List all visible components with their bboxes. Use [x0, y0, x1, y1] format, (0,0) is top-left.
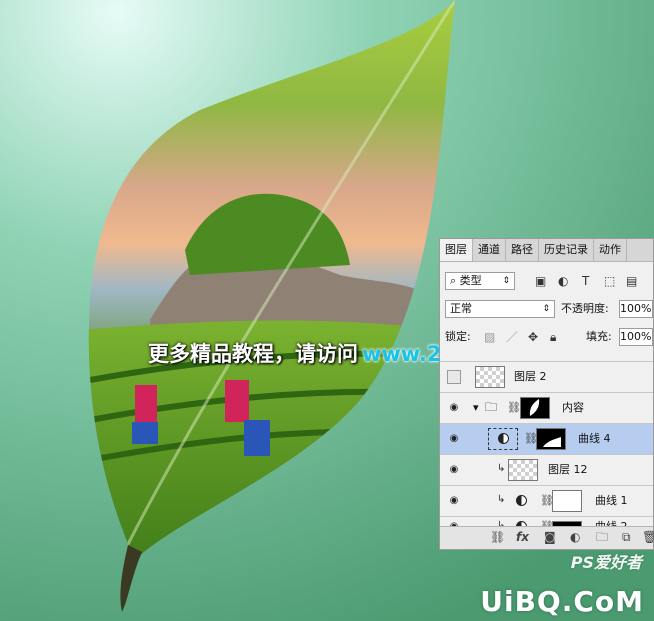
- layer-row-layer12[interactable]: ◉ ↳ 图层 12: [440, 454, 653, 485]
- watermark-top: PS爱好者: [570, 553, 642, 572]
- chevron-updown-icon: ⇕: [502, 276, 510, 286]
- eye-icon[interactable]: ◉: [447, 495, 461, 507]
- chevron-updown-icon: ⇕: [542, 304, 550, 314]
- group-mask-thumbnail: [520, 397, 550, 419]
- leaf-mask-shape: [529, 399, 540, 416]
- tab-paths[interactable]: 路径: [506, 239, 539, 261]
- watermark-bottom: UiBQ.CoM: [480, 585, 644, 618]
- filter-kind-select[interactable]: ⌕ 类型 ⇕: [445, 272, 515, 290]
- filter-kind-value: 类型: [459, 274, 482, 287]
- layer-name: 曲线 4: [578, 432, 611, 445]
- adjustment-filter-icon[interactable]: ◐: [558, 273, 568, 289]
- layer-row-curves1[interactable]: ◉ ↳ ⛓︎ 曲线 1: [440, 485, 653, 516]
- tab-layers[interactable]: 图层: [440, 239, 473, 261]
- layer-name: 图层 12: [548, 463, 588, 476]
- panel-tabs: 图层 通道 路径 历史记录 动作: [440, 239, 653, 262]
- layer-thumbnail: [475, 366, 505, 388]
- smart-object-filter-icon[interactable]: ▤: [626, 273, 637, 289]
- blend-mode-value: 正常: [450, 302, 472, 315]
- shape-filter-icon[interactable]: ⬚: [604, 273, 615, 289]
- eye-icon[interactable]: ◉: [447, 433, 461, 445]
- adjustment-icon[interactable]: ◐: [570, 530, 580, 544]
- layer-mask-thumbnail: [552, 490, 582, 512]
- opacity-input[interactable]: 100%: [619, 300, 653, 318]
- fill-input[interactable]: 100%: [619, 328, 653, 346]
- folder-icon[interactable]: 🗀︎: [596, 530, 608, 544]
- search-icon: ⌕: [450, 274, 457, 287]
- folder-icon: 🗀︎: [485, 400, 498, 414]
- blend-mode-select[interactable]: 正常 ⇕: [445, 300, 555, 318]
- tab-actions[interactable]: 动作: [594, 239, 627, 261]
- tab-history[interactable]: 历史记录: [539, 239, 594, 261]
- layer-name: 图层 2: [514, 370, 547, 383]
- visibility-off-icon[interactable]: [447, 370, 461, 384]
- panel-bottom-toolbar: ⛓︎ fx ◙ ◐ 🗀︎ ⧉ 🗑︎: [440, 526, 654, 549]
- image-filter-icon[interactable]: ▣: [535, 273, 546, 289]
- lock-move-icon[interactable]: ✥: [528, 329, 538, 345]
- layer-mask-thumbnail: [536, 428, 566, 450]
- mask-icon[interactable]: ◙: [544, 530, 556, 544]
- curves-adjustment-icon: [516, 495, 527, 506]
- clipping-arrow-icon: ↳: [497, 463, 506, 474]
- lock-brush-icon[interactable]: ／: [506, 329, 518, 345]
- layer-row-layer2[interactable]: 图层 2: [440, 361, 653, 392]
- link-icon[interactable]: ⛓︎: [490, 530, 505, 544]
- mask-shape: [543, 437, 561, 447]
- banner-caption: 更多精品教程，请访问: [148, 342, 358, 366]
- eye-icon[interactable]: ◉: [447, 402, 461, 414]
- trash-icon[interactable]: 🗑︎: [642, 530, 654, 544]
- layer-name: 内容: [562, 401, 584, 414]
- type-filter-icon[interactable]: T: [582, 273, 589, 289]
- tab-channels[interactable]: 通道: [473, 239, 506, 261]
- layer-name: 曲线 1: [595, 494, 628, 507]
- chain-icon[interactable]: ⛓︎: [507, 401, 521, 414]
- layer-row-curves4[interactable]: ◉ ⛓︎ 曲线 4: [440, 423, 653, 454]
- opacity-label: 不透明度:: [561, 302, 609, 315]
- fill-label: 填充:: [586, 330, 612, 343]
- layer-thumbnail: [508, 459, 538, 481]
- lock-label: 锁定:: [445, 330, 471, 343]
- lock-transparent-icon[interactable]: ▨: [484, 329, 495, 345]
- chevron-down-icon[interactable]: ▾: [473, 401, 479, 415]
- lock-all-icon[interactable]: 🔒︎: [550, 329, 556, 345]
- layers-panel: 图层 通道 路径 历史记录 动作 ⌕ 类型 ⇕ ▣ ◐ T ⬚ ▤ 正常 ⇕ 不…: [439, 238, 654, 550]
- fx-icon[interactable]: fx: [516, 530, 529, 544]
- eye-icon[interactable]: ◉: [447, 464, 461, 476]
- clipping-arrow-icon: ↳: [497, 494, 506, 505]
- curves-adjustment-icon: [498, 433, 509, 444]
- new-layer-icon[interactable]: ⧉: [622, 530, 631, 544]
- layer-row-group-content[interactable]: ◉ ▾ 🗀︎ ⛓︎ 内容: [440, 392, 653, 423]
